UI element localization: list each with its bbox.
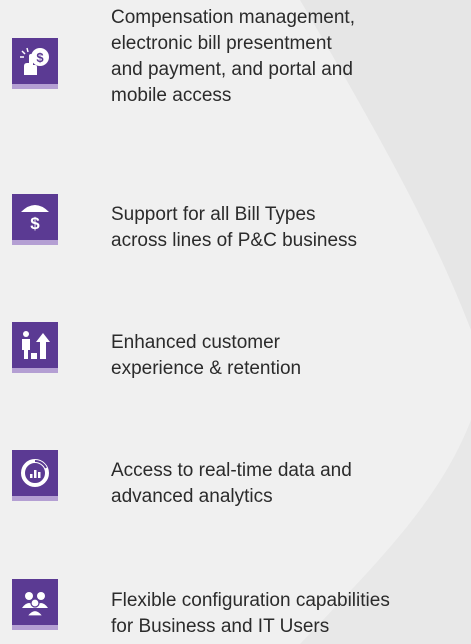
feature-text: Enhanced customer experience & retention bbox=[111, 332, 302, 379]
icon-box bbox=[12, 322, 58, 373]
customer-growth-icon bbox=[19, 329, 51, 361]
icon-box: $ bbox=[12, 194, 58, 245]
icon-box: $ bbox=[12, 38, 58, 89]
touch-payment-icon: $ bbox=[19, 45, 51, 77]
analytics-gauge-icon bbox=[19, 457, 51, 489]
icon-box bbox=[12, 450, 58, 501]
feature-text: Compensation management, electronic bill… bbox=[111, 7, 355, 106]
users-group-icon bbox=[19, 586, 51, 618]
svg-text:$: $ bbox=[30, 214, 40, 233]
umbrella-dollar-icon: $ bbox=[19, 201, 51, 233]
feature-text: Support for all Bill Types across lines … bbox=[111, 204, 358, 251]
icon-box bbox=[12, 579, 58, 630]
feature-text: Flexible configuration capabilities for … bbox=[111, 590, 390, 637]
svg-text:$: $ bbox=[36, 50, 44, 65]
feature-text: Access to real-time data and advanced an… bbox=[111, 460, 352, 507]
